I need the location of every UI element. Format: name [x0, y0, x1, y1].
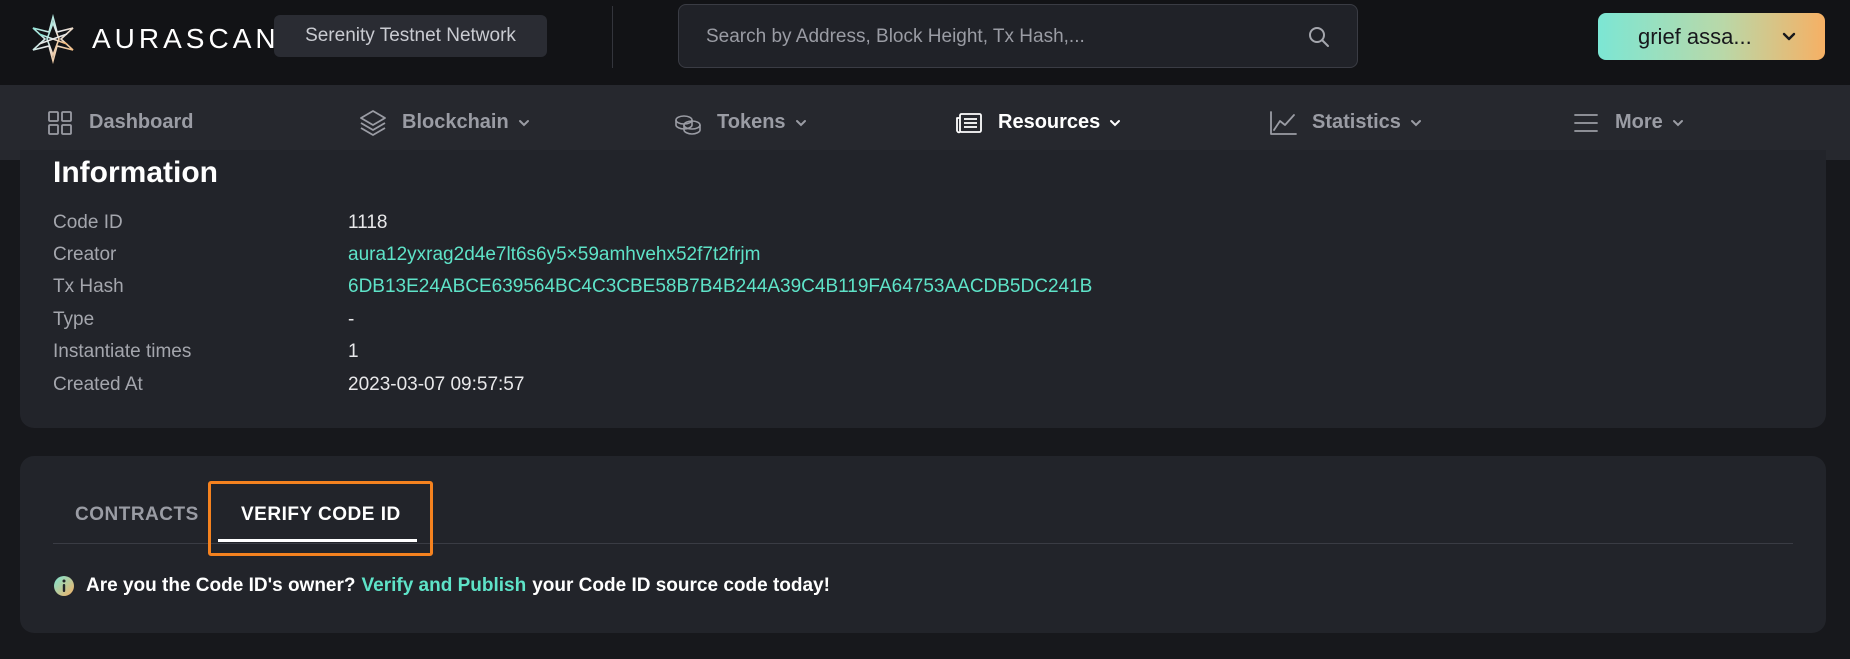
logo-text: AURASCAN [92, 23, 280, 54]
information-title: Information [53, 156, 218, 189]
nav-item-blockchain[interactable]: Blockchain [358, 85, 531, 160]
active-tab-indicator [218, 539, 417, 542]
nav-item-resources[interactable]: Resources [954, 85, 1122, 160]
nav-item-label: Dashboard [89, 111, 194, 133]
nav-item-label: Blockchain [402, 111, 509, 133]
nav-item-dashboard[interactable]: Dashboard [45, 85, 193, 160]
top-header: AURASCAN Serenity Testnet Network grief … [0, 0, 1850, 85]
chevron-down-icon [518, 119, 529, 126]
tab-verify-code-id[interactable]: VERIFY CODE ID [241, 504, 401, 526]
info-icon [54, 576, 74, 596]
verify-notice: Are you the Code ID's owner? Verify and … [53, 575, 830, 597]
tab-contracts[interactable]: CONTRACTS [75, 504, 199, 526]
search-box[interactable] [678, 4, 1358, 68]
wallet-account-button[interactable]: grief assa... [1598, 13, 1825, 60]
tabs-card [20, 456, 1826, 633]
creator-address-link[interactable]: aura12yxrag2d4e7lt6s6y5×59amhvehx52f7t2f… [348, 244, 760, 266]
chevron-down-icon [1410, 119, 1421, 126]
coins-icon [675, 114, 701, 135]
nav-item-label: Tokens [717, 111, 786, 133]
nav-item-more[interactable]: More [1571, 85, 1685, 160]
notice-suffix: your Code ID source code today! [532, 575, 830, 596]
nav-item-tokens[interactable]: Tokens [673, 85, 808, 160]
wallet-account-label: grief assa... [1638, 23, 1752, 49]
menu-icon [1574, 113, 1598, 132]
nav-item-label: Resources [998, 111, 1101, 133]
tx-hash-link[interactable]: 6DB13E24ABCE639564BC4C3CBE58B7B4B244A39C… [348, 276, 1092, 298]
search-icon[interactable] [1307, 25, 1331, 49]
newspaper-icon [956, 112, 982, 133]
type-label: Type [53, 309, 95, 330]
aurascan-logo-icon [32, 14, 74, 64]
instantiate-times-value: 1 [348, 341, 359, 362]
main-nav: Dashboard Blockchain Tokens Resources St… [0, 85, 1850, 160]
nav-item-label: More [1615, 111, 1663, 133]
header-divider [612, 6, 613, 68]
dashboard-grid-icon [48, 110, 72, 135]
tx-hash-label: Tx Hash [53, 276, 124, 297]
chevron-down-icon [1672, 119, 1683, 126]
chevron-down-icon [1782, 32, 1796, 41]
code-id-label: Code ID [53, 212, 123, 233]
network-badge[interactable]: Serenity Testnet Network [274, 15, 547, 57]
nav-item-statistics[interactable]: Statistics [1268, 85, 1423, 160]
type-value: - [348, 309, 355, 330]
nav-item-label: Statistics [1312, 111, 1401, 133]
search-input[interactable] [706, 23, 1286, 51]
chevron-down-icon [1110, 119, 1121, 126]
line-chart-icon [1270, 110, 1297, 135]
created-at-value: 2023-03-07 09:57:57 [348, 374, 525, 395]
tabs-divider [53, 543, 1793, 544]
verify-and-publish-link[interactable]: Verify and Publish [362, 575, 527, 597]
chevron-down-icon [795, 119, 806, 126]
code-id-value: 1118 [348, 212, 388, 233]
created-at-label: Created At [53, 374, 143, 395]
aurascan-logo[interactable]: AURASCAN [28, 14, 280, 64]
layers-icon [360, 109, 386, 136]
instantiate-times-label: Instantiate times [53, 341, 192, 362]
creator-label: Creator [53, 244, 117, 265]
notice-prefix: Are you the Code ID's owner? [86, 575, 356, 596]
